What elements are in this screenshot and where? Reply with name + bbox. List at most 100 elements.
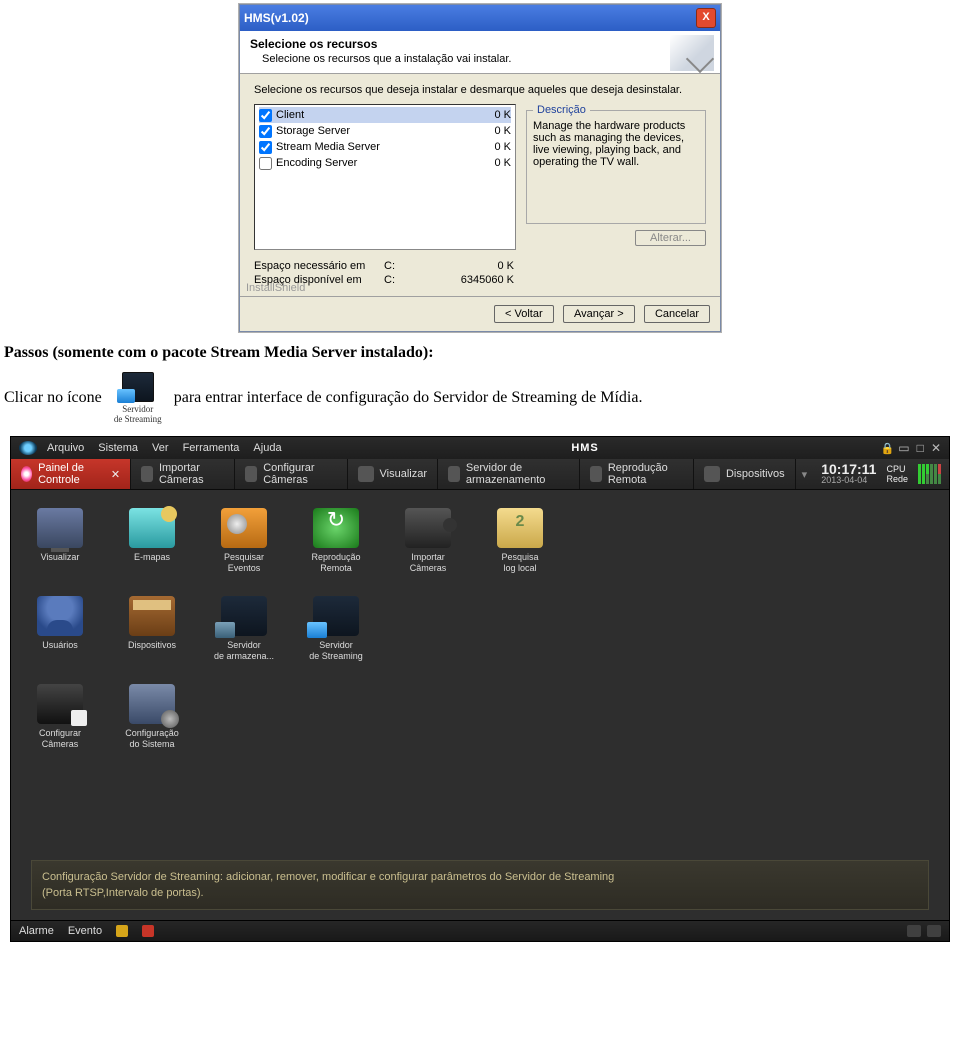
app-icon-label: Pesquisa log local bbox=[489, 552, 551, 574]
clock-time: 10:17:11 bbox=[821, 463, 876, 475]
app-icon-reprodu-o[interactable]: Reprodução Remota bbox=[305, 508, 367, 574]
tab-dropdown-icon[interactable]: ▾ bbox=[796, 468, 814, 481]
tab-label: Painel de Controle bbox=[38, 462, 101, 486]
hint-line2: (Porta RTSP,Intervalo de portas). bbox=[42, 885, 918, 901]
installshield-label: InstallShield bbox=[246, 282, 305, 294]
status-tray-icon[interactable] bbox=[907, 925, 921, 937]
app-icon-label: Dispositivos bbox=[121, 640, 183, 651]
app-icon-glyph bbox=[221, 596, 267, 636]
menu-item[interactable]: Ver bbox=[152, 442, 169, 454]
hms-clock-panel: 10:17:11 2013-04-04 CPU Rede bbox=[813, 459, 949, 489]
tab-close-icon[interactable]: ✕ bbox=[111, 468, 120, 481]
hms-menubar: ArquivoSistemaVerFerramentaAjuda HMS 🔒 ▭… bbox=[11, 437, 949, 459]
app-icon-glyph bbox=[37, 508, 83, 548]
component-row[interactable]: Client0 K bbox=[259, 107, 511, 123]
tab-visualizar[interactable]: Visualizar bbox=[348, 459, 439, 489]
status-expand-icon[interactable] bbox=[927, 925, 941, 937]
component-checkbox[interactable] bbox=[259, 125, 272, 138]
app-icon-visualizar[interactable]: Visualizar bbox=[29, 508, 91, 574]
hms-statusbar: Alarme Evento bbox=[11, 920, 949, 941]
app-icon-glyph bbox=[129, 508, 175, 548]
doc-passos-heading: Passos (somente com o pacote Stream Medi… bbox=[4, 344, 956, 362]
component-size: 0 K bbox=[494, 141, 511, 153]
menu-item[interactable]: Arquivo bbox=[47, 442, 84, 454]
tab-label: Visualizar bbox=[380, 468, 428, 480]
component-row[interactable]: Encoding Server 0 K bbox=[259, 155, 511, 171]
component-list[interactable]: Client0 KStorage Server0 KStream Media S… bbox=[254, 104, 516, 250]
status-warning-icon[interactable] bbox=[116, 925, 128, 937]
app-icon-usu-rios[interactable]: Usuários bbox=[29, 596, 91, 662]
component-row[interactable]: Storage Server0 K bbox=[259, 123, 511, 139]
app-icon-configura-o[interactable]: Configuração do Sistema bbox=[121, 684, 183, 750]
back-button[interactable]: < Voltar bbox=[494, 305, 554, 323]
app-icon-glyph bbox=[37, 596, 83, 636]
status-alarm[interactable]: Alarme bbox=[19, 925, 54, 937]
component-checkbox[interactable] bbox=[259, 157, 272, 170]
tab-label: Servidor de armazenamento bbox=[466, 462, 569, 486]
tab-icon bbox=[358, 466, 374, 482]
installer-dialog: HMS(v1.02) X Selecione os recursos Selec… bbox=[239, 4, 721, 332]
tab-servidor-de-armazenamento[interactable]: Servidor de armazenamento bbox=[438, 459, 580, 489]
app-icon-glyph bbox=[313, 508, 359, 548]
menu-item[interactable]: Ajuda bbox=[253, 442, 281, 454]
installer-header: Selecione os recursos Selecione os recur… bbox=[240, 31, 720, 74]
app-icon-dispositivos[interactable]: Dispositivos bbox=[121, 596, 183, 662]
next-button[interactable]: Avançar > bbox=[563, 305, 635, 323]
app-icon-servidor[interactable]: Servidor de Streaming bbox=[305, 596, 367, 662]
installer-body: Selecione os recursos que deseja instala… bbox=[240, 74, 720, 296]
close-icon[interactable]: X bbox=[696, 8, 716, 28]
lock-icon[interactable]: 🔒 bbox=[881, 442, 895, 455]
space-free-row: Espaço disponível em C: 6345060 K bbox=[254, 274, 706, 286]
component-name: Stream Media Server bbox=[276, 141, 380, 153]
tab-label: Dispositivos bbox=[726, 468, 785, 480]
description-legend: Descrição bbox=[533, 104, 590, 116]
wizard-icon bbox=[670, 35, 714, 71]
tab-dispositivos[interactable]: Dispositivos bbox=[694, 459, 796, 489]
tab-configurar-c-meras[interactable]: Configurar Câmeras bbox=[235, 459, 347, 489]
app-icon-glyph bbox=[37, 684, 83, 724]
component-checkbox[interactable] bbox=[259, 109, 272, 122]
streaming-server-icon[interactable]: Servidor de Streaming bbox=[110, 372, 166, 424]
tab-icon bbox=[704, 466, 720, 482]
app-icon-importar[interactable]: Importar Câmeras bbox=[397, 508, 459, 574]
app-icon-glyph bbox=[129, 684, 175, 724]
maximize-icon[interactable]: □ bbox=[917, 441, 924, 455]
installer-title: HMS(v1.02) bbox=[244, 11, 309, 25]
tab-reprodu-o-remota[interactable]: Reprodução Remota bbox=[580, 459, 694, 489]
app-icon-pesquisa[interactable]: Pesquisa log local bbox=[489, 508, 551, 574]
app-logo-icon bbox=[19, 441, 37, 455]
app-icon-e-mapas[interactable]: E-mapas bbox=[121, 508, 183, 574]
app-icon-servidor[interactable]: Servidor de armazena... bbox=[213, 596, 275, 662]
cpu-bars-icon bbox=[918, 464, 941, 474]
app-icon-label: Pesquisar Eventos bbox=[213, 552, 275, 574]
status-critical-icon[interactable] bbox=[142, 925, 154, 937]
minimize-icon[interactable]: ▭ bbox=[898, 441, 909, 455]
menu-item[interactable]: Ferramenta bbox=[183, 442, 240, 454]
menu-item[interactable]: Sistema bbox=[98, 442, 138, 454]
app-icon-glyph bbox=[405, 508, 451, 548]
component-name: Encoding Server bbox=[276, 157, 357, 169]
hms-body: Visualizar E-mapas Pesquisar Eventos Reprod… bbox=[11, 490, 949, 920]
tab-icon bbox=[21, 466, 32, 482]
app-icon-pesquisar[interactable]: Pesquisar Eventos bbox=[213, 508, 275, 574]
app-icon-configurar[interactable]: Configurar Câmeras bbox=[29, 684, 91, 750]
installer-heading: Selecione os recursos bbox=[250, 37, 710, 51]
tab-painel-de-controle[interactable]: Painel de Controle ✕ bbox=[11, 459, 131, 489]
app-icon-label: E-mapas bbox=[121, 552, 183, 563]
component-checkbox[interactable] bbox=[259, 141, 272, 154]
close-icon[interactable]: ✕ bbox=[931, 441, 941, 455]
component-size: 0 K bbox=[494, 157, 511, 169]
tab-label: Reprodução Remota bbox=[608, 462, 683, 486]
app-icon-label: Usuários bbox=[29, 640, 91, 651]
window-controls: ▭ □ ✕ bbox=[894, 441, 941, 455]
doc-line-post: para entrar interface de configuração do… bbox=[174, 389, 643, 407]
hms-tabbar: Painel de Controle ✕ Importar CâmerasConfi… bbox=[11, 459, 949, 490]
tab-importar-c-meras[interactable]: Importar Câmeras bbox=[131, 459, 235, 489]
alterar-button[interactable]: Alterar... bbox=[635, 230, 706, 246]
component-row[interactable]: Stream Media Server 0 K bbox=[259, 139, 511, 155]
app-icon-glyph bbox=[221, 508, 267, 548]
tab-icon bbox=[590, 466, 602, 482]
status-event[interactable]: Evento bbox=[68, 925, 102, 937]
cancel-button[interactable]: Cancelar bbox=[644, 305, 710, 323]
tab-icon bbox=[245, 466, 257, 482]
